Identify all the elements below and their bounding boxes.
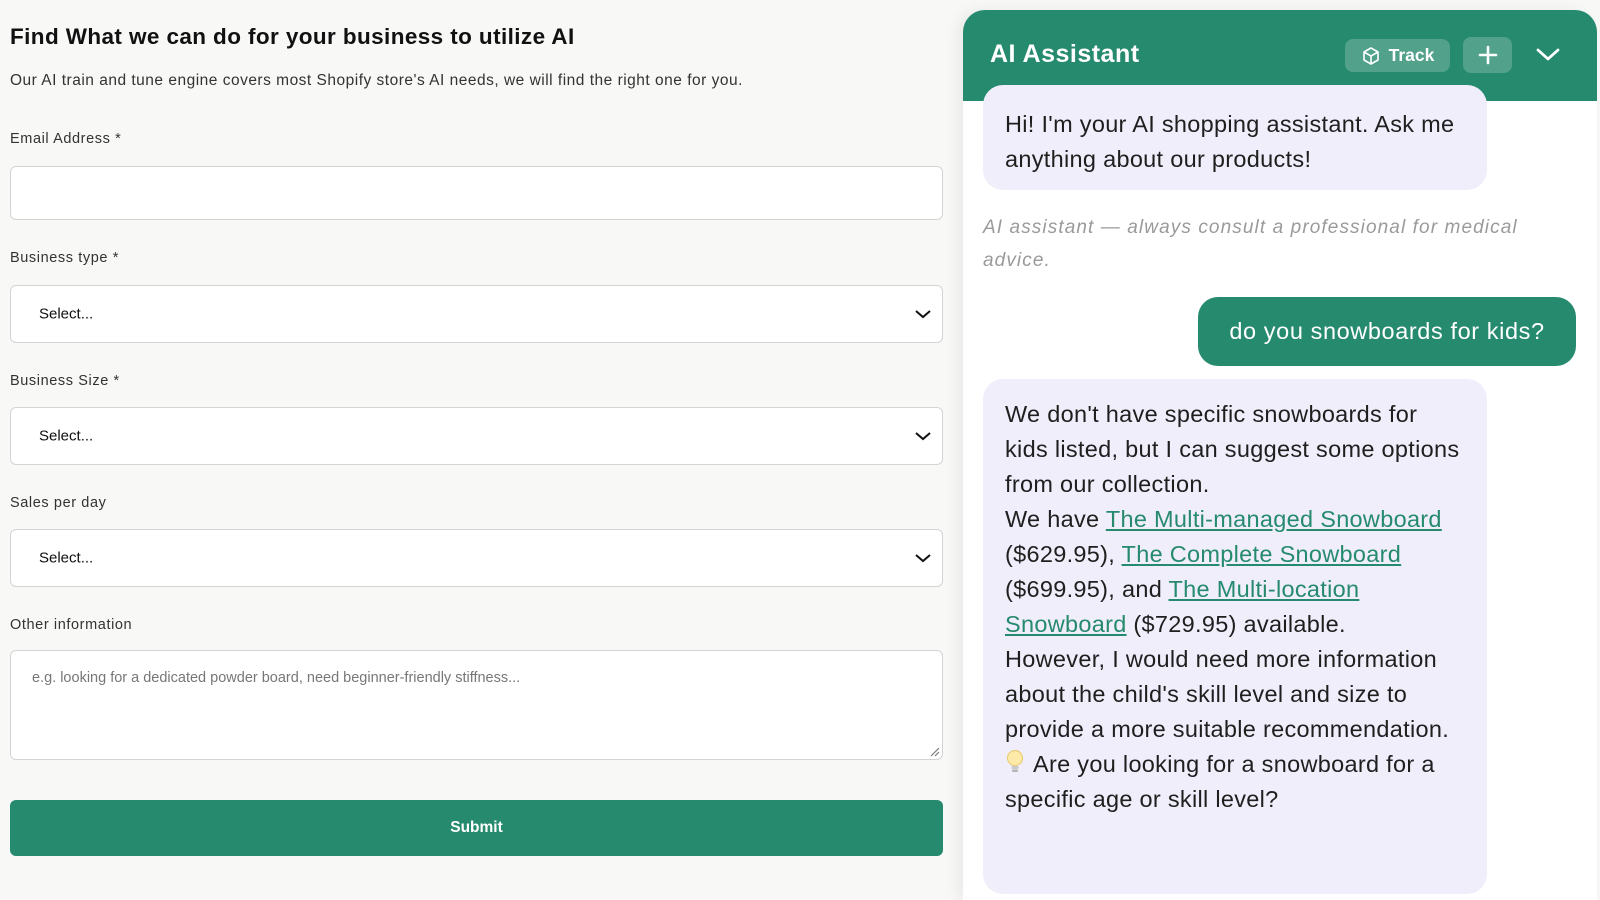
submit-button[interactable]: Submit — [10, 800, 943, 856]
plus-icon — [1478, 45, 1497, 65]
chevron-down-icon — [1536, 48, 1560, 61]
chat-title: AI Assistant — [990, 40, 1140, 68]
chevron-down-icon — [915, 554, 931, 563]
sales-per-day-label: Sales per day — [10, 495, 107, 511]
price-1: ($629.95), — [1005, 541, 1122, 567]
sales-per-day-select[interactable]: Select... — [10, 529, 943, 587]
cube-icon — [1362, 46, 1379, 65]
email-field[interactable] — [10, 166, 943, 220]
chat-panel: AI Assistant Track Hi! I'm your AI shopp… — [963, 10, 1597, 900]
business-type-label: Business type * — [10, 250, 119, 266]
form-subtitle: Our AI train and tune engine covers most… — [10, 72, 743, 89]
other-information-textarea[interactable]: e.g. looking for a dedicated powder boar… — [10, 650, 943, 760]
disclaimer-text: AI assistant — always consult a professi… — [983, 217, 1518, 271]
assistant-answer-message: We don't have specific snowboards for ki… — [983, 379, 1487, 894]
business-type-select[interactable]: Select... — [10, 285, 943, 343]
price-2: ($699.95), and — [1005, 576, 1169, 602]
business-size-value: Select... — [39, 427, 94, 445]
new-chat-button[interactable] — [1463, 37, 1512, 73]
business-type-value: Select... — [39, 305, 94, 323]
chat-messages[interactable]: Hi! I'm your AI shopping assistant. Ask … — [963, 85, 1597, 900]
resize-handle-icon[interactable] — [928, 745, 940, 757]
product-link-complete[interactable]: The Complete Snowboard — [1122, 541, 1402, 567]
answer-we-have: We have — [1005, 506, 1106, 532]
answer-question-line: Are you looking for a snowboard for a sp… — [1005, 747, 1465, 817]
track-label: Track — [1388, 45, 1435, 65]
email-label: Email Address * — [10, 131, 122, 147]
answer-intro: We don't have specific snowboards for ki… — [1005, 401, 1460, 497]
collapse-chat-button[interactable] — [1531, 38, 1565, 72]
answer-followup: However, I would need more information a… — [1005, 646, 1450, 742]
business-size-select[interactable]: Select... — [10, 407, 943, 465]
lightbulb-icon — [1007, 750, 1023, 772]
form-title: Find What we can do for your business to… — [10, 24, 575, 49]
product-link-multi-managed[interactable]: The Multi-managed Snowboard — [1106, 506, 1442, 532]
assistant-greeting-message: Hi! I'm your AI shopping assistant. Ask … — [983, 85, 1487, 190]
textarea-placeholder: e.g. looking for a dedicated powder boar… — [32, 670, 521, 686]
sales-per-day-value: Select... — [39, 549, 94, 567]
user-message: do you snowboards for kids? — [1198, 297, 1576, 366]
answer-question: Are you looking for a snowboard for a sp… — [1005, 751, 1435, 812]
price-3: ($729.95) available. — [1126, 611, 1346, 637]
chevron-down-icon — [915, 432, 931, 441]
track-button[interactable]: Track — [1345, 39, 1450, 72]
answer-products: We have The Multi-managed Snowboard ($62… — [1005, 502, 1465, 642]
business-size-label: Business Size * — [10, 373, 120, 389]
other-information-label: Other information — [10, 617, 133, 633]
chevron-down-icon — [915, 310, 931, 319]
